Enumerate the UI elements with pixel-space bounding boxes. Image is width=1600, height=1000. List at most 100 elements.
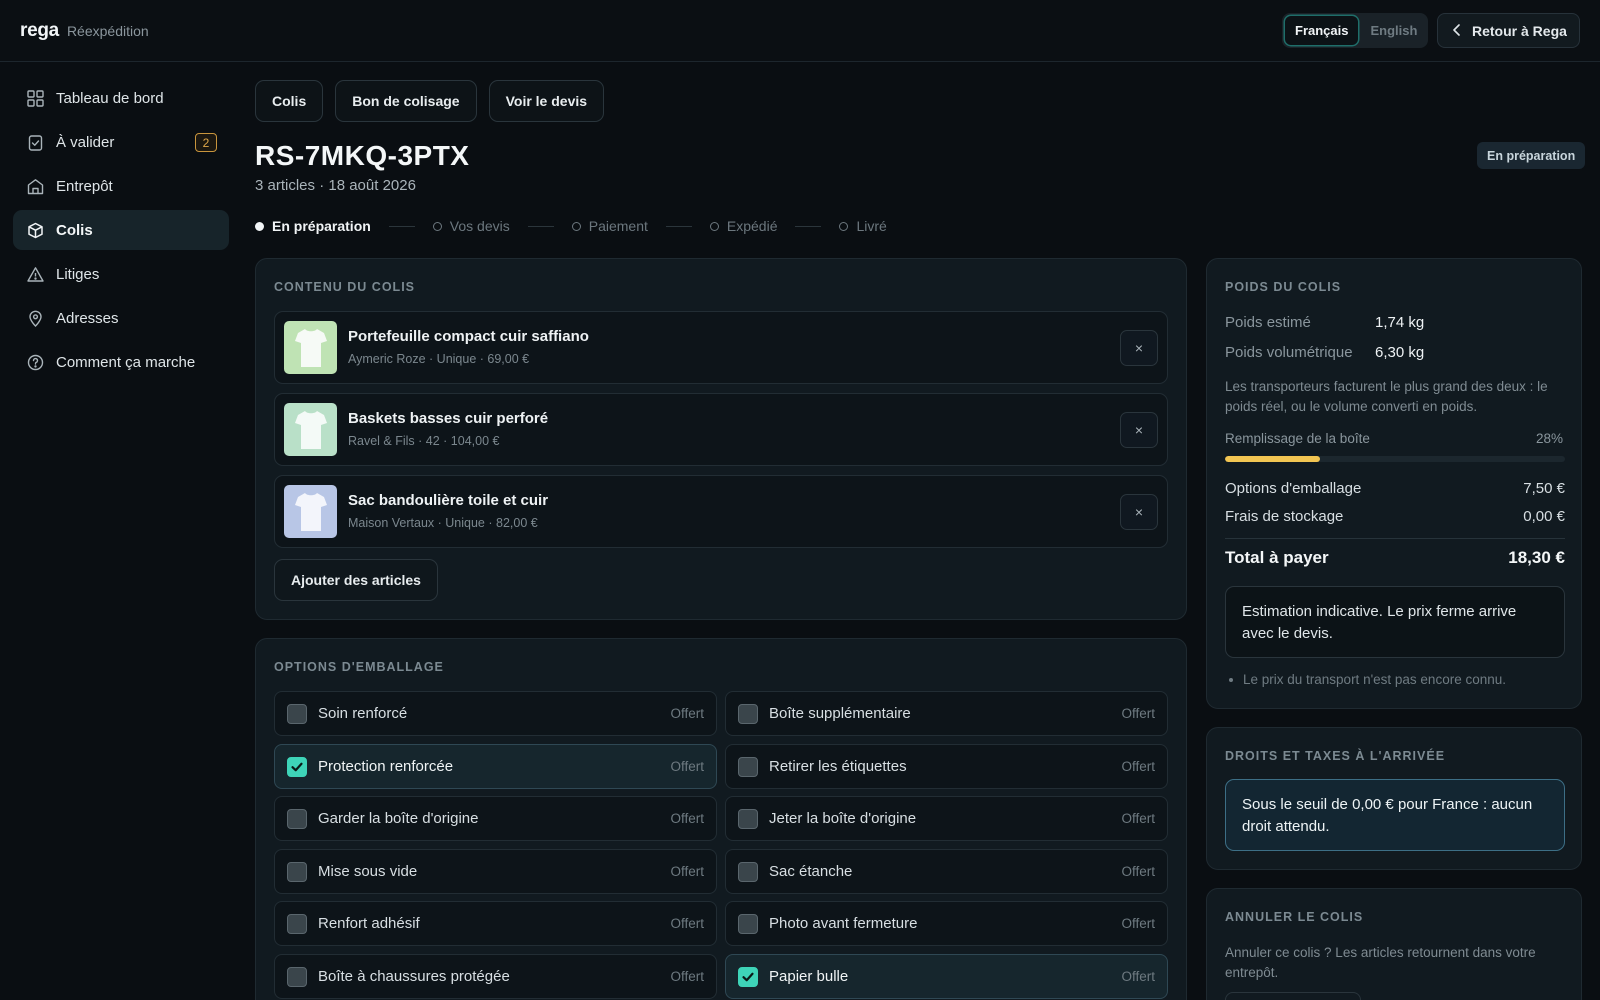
packing-option[interactable]: Soin renforcé Offert [274, 691, 717, 736]
cancel-parcel-card: Annuler le colis Annuler ce colis ? Les … [1206, 888, 1582, 1000]
packing-option[interactable]: Garder la boîte d'origine Offert [274, 796, 717, 841]
tab-packing-slip[interactable]: Bon de colisage [335, 80, 477, 122]
tab-parcel[interactable]: Colis [255, 80, 324, 122]
checkbox[interactable] [287, 914, 307, 934]
remove-item-button[interactable]: × [1120, 330, 1158, 366]
checkbox[interactable] [738, 704, 758, 724]
lang-french-button[interactable]: Français [1285, 16, 1359, 45]
parcel-contents-card: Contenu du colis Portefeuille compact cu… [255, 258, 1187, 620]
packing-option[interactable]: Mise sous vide Offert [274, 848, 717, 894]
checkbox[interactable] [287, 966, 307, 987]
checkbox-checked[interactable] [287, 756, 307, 777]
clipboard-check-icon [26, 133, 44, 151]
packing-option[interactable]: Papier bulle Offert [725, 953, 1168, 999]
box-fill-percent: 28% [1535, 431, 1563, 446]
map-pin-icon [26, 309, 44, 327]
option-label: Boîte à chaussures protégée [318, 967, 510, 985]
list-item: Baskets basses cuir perforé Ravel & Fils… [274, 393, 1168, 466]
sidebar-item-addresses[interactable]: Adresses [13, 298, 229, 338]
checkbox[interactable] [738, 756, 758, 777]
option-price: Offert [670, 706, 704, 721]
checkbox[interactable] [287, 861, 307, 882]
sidebar-item-label: Colis [56, 221, 93, 239]
lang-english-button[interactable]: English [1360, 16, 1427, 45]
checkbox[interactable] [738, 914, 758, 934]
sidebar-item-how-it-works[interactable]: Comment ça marche [13, 342, 229, 382]
step-label: En préparation [272, 218, 371, 234]
item-name: Baskets basses cuir perforé [348, 410, 549, 427]
sidebar-item-dashboard[interactable]: Tableau de bord [13, 78, 229, 118]
count-badge: 2 [195, 133, 217, 152]
step-payment: Paiement [571, 218, 648, 234]
tshirt-icon [294, 410, 327, 449]
sidebar-item-label: À valider [56, 133, 115, 151]
sidebar-item-to-validate[interactable]: À valider 2 [13, 122, 229, 162]
checkbox-checked[interactable] [738, 966, 758, 987]
checkbox[interactable] [738, 861, 758, 882]
shipping-price-note: Le prix du transport n'est pas encore co… [1229, 672, 1506, 687]
sidebar-item-parcels[interactable]: Colis [13, 210, 229, 250]
option-price: Offert [1121, 916, 1155, 931]
step-delivered: Livré [839, 218, 887, 234]
sidebar-item-label: Litiges [56, 265, 100, 283]
estimated-weight-label: Poids estimé [1225, 314, 1311, 331]
tab-view-quote[interactable]: Voir le devis [488, 80, 605, 122]
item-name: Portefeuille compact cuir saffiano [348, 328, 589, 345]
sidebar-item-warehouse[interactable]: Entrepôt [13, 166, 229, 206]
brand[interactable]: rega Réexpédition [20, 20, 149, 42]
sidebar-item-label: Entrepôt [56, 177, 113, 195]
page-subtitle: 3 articles · 18 août 2026 [255, 177, 416, 194]
step-preparation: En préparation [255, 218, 371, 234]
page-tabs: Colis Bon de colisage Voir le devis [255, 80, 605, 122]
tshirt-icon [294, 328, 327, 367]
option-label: Renfort adhésif [318, 915, 420, 932]
packing-option[interactable]: Retirer les étiquettes Offert [725, 743, 1168, 789]
sidebar-item-disputes[interactable]: Litiges [13, 254, 229, 294]
option-label: Garder la boîte d'origine [318, 810, 479, 827]
estimate-notice: Estimation indicative. Le prix ferme arr… [1225, 586, 1565, 658]
option-price: Offert [1121, 811, 1155, 826]
bullet-dot [1229, 677, 1233, 682]
add-items-button[interactable]: Ajouter des articles [274, 559, 438, 601]
option-label: Photo avant fermeture [769, 915, 918, 932]
option-price: Offert [670, 758, 704, 774]
checkbox[interactable] [287, 704, 307, 724]
sidebar: Tableau de bord À valider 2 Entrepôt Col… [13, 78, 229, 386]
warning-icon [26, 265, 44, 283]
option-price: Offert [670, 811, 704, 826]
packing-option[interactable]: Jeter la boîte d'origine Offert [725, 796, 1168, 841]
option-label: Jeter la boîte d'origine [769, 810, 917, 827]
duties-taxes-card: Droits et taxes à l'arrivée Sous le seui… [1206, 727, 1582, 870]
remove-item-button[interactable]: × [1120, 494, 1158, 530]
page-title: RS-7MKQ-3PTX [255, 140, 470, 171]
option-price: Offert [1121, 706, 1155, 721]
packing-option[interactable]: Renfort adhésif Offert [274, 901, 717, 946]
step-dot [432, 221, 442, 231]
cancel-parcel-button[interactable] [1225, 992, 1361, 1000]
checkbox[interactable] [287, 809, 307, 829]
remove-item-button[interactable]: × [1120, 412, 1158, 448]
step-label: Paiement [588, 218, 648, 234]
volumetric-weight-label: Poids volumétrique [1225, 344, 1353, 361]
packing-option[interactable]: Photo avant fermeture Offert [725, 901, 1168, 946]
card-title: Options d'emballage [274, 660, 444, 674]
status-badge: En préparation [1477, 142, 1586, 169]
product-thumbnail [284, 403, 337, 456]
sidebar-item-label: Adresses [56, 309, 119, 327]
packing-option[interactable]: Sac étanche Offert [725, 848, 1168, 894]
top-bar: rega Réexpédition Français English Retou… [0, 0, 1600, 62]
step-dot [255, 221, 264, 231]
step-connector [795, 225, 822, 227]
step-quotes: Vos devis [432, 218, 510, 234]
duties-notice: Sous le seuil de 0,00 € pour France : au… [1225, 779, 1565, 851]
option-price: Offert [1121, 968, 1155, 984]
packing-option[interactable]: Boîte supplémentaire Offert [725, 691, 1168, 736]
packing-option[interactable]: Boîte à chaussures protégée Offert [274, 953, 717, 999]
card-title: Droits et taxes à l'arrivée [1225, 749, 1446, 763]
checkbox[interactable] [738, 809, 758, 829]
product-thumbnail [284, 485, 337, 538]
back-to-rega-button[interactable]: Retour à Rega [1437, 13, 1580, 48]
packing-option[interactable]: Protection renforcée Offert [274, 743, 717, 789]
sidebar-item-label: Comment ça marche [56, 353, 196, 371]
option-label: Protection renforcée [318, 757, 454, 775]
